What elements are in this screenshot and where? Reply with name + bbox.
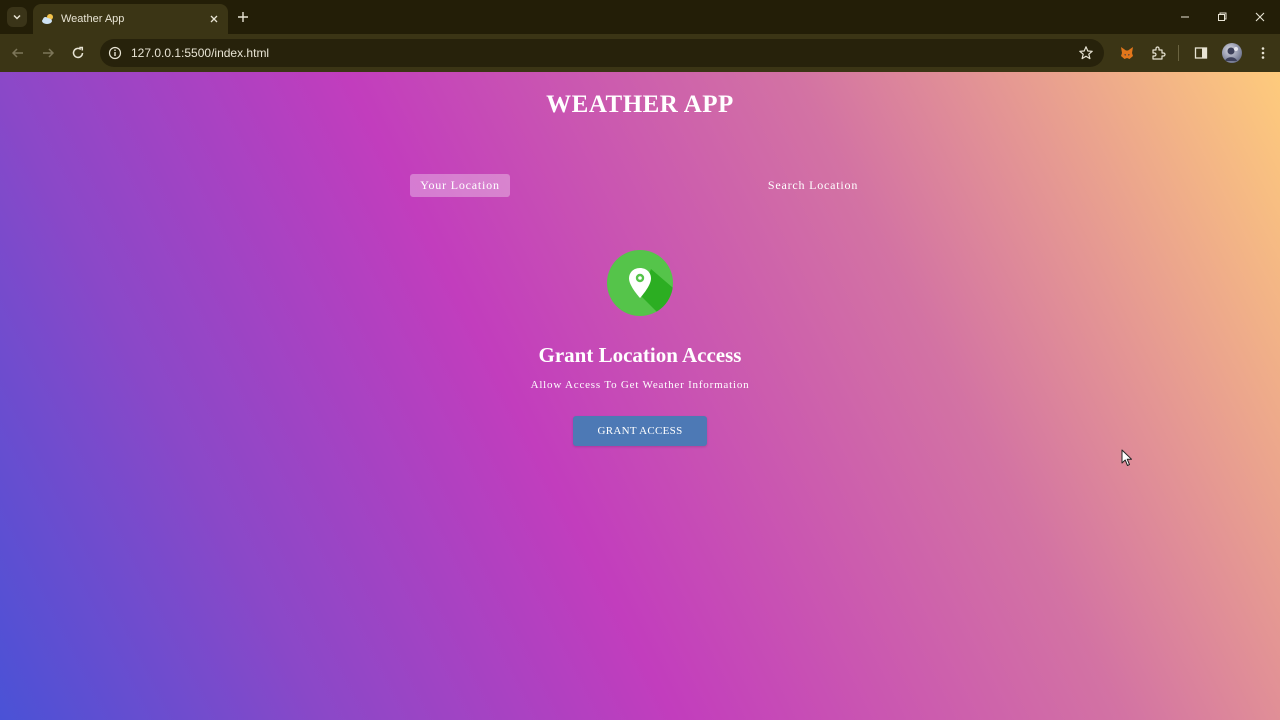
- reload-button[interactable]: [68, 43, 88, 63]
- forward-button[interactable]: [38, 43, 58, 63]
- cloud-sun-icon: [41, 12, 55, 26]
- close-window-button[interactable]: [1251, 8, 1269, 26]
- browser-toolbar: 127.0.0.1:5500/index.html: [0, 34, 1280, 72]
- reload-icon: [72, 46, 84, 59]
- tab-search-button[interactable]: [7, 7, 27, 27]
- grant-location-subheading: Allow Access To Get Weather Information: [530, 379, 750, 391]
- restore-button[interactable]: [1213, 8, 1231, 26]
- browser-menu-button[interactable]: [1253, 43, 1273, 63]
- metamask-fox-icon: [1121, 47, 1133, 59]
- plus-icon: [238, 12, 248, 22]
- minimize-icon: [1181, 16, 1189, 18]
- close-icon: [1255, 12, 1265, 22]
- new-tab-button[interactable]: [234, 8, 252, 26]
- arrow-right-icon: [43, 48, 55, 58]
- address-bar[interactable]: 127.0.0.1:5500/index.html: [100, 39, 1104, 67]
- puzzle-icon: [1152, 46, 1166, 60]
- arrow-left-icon: [11, 48, 23, 58]
- restore-icon: [1218, 12, 1227, 21]
- close-icon: [210, 15, 218, 23]
- mouse-cursor-icon: [1121, 449, 1132, 466]
- star-icon[interactable]: [1078, 45, 1094, 61]
- toolbar-separator: [1178, 45, 1179, 61]
- tab-search-location[interactable]: Search Location: [754, 174, 872, 197]
- info-icon[interactable]: [108, 46, 122, 60]
- chevron-down-icon: [13, 14, 21, 20]
- url-text[interactable]: 127.0.0.1:5500/index.html: [131, 46, 269, 60]
- grant-access-button[interactable]: GRANT ACCESS: [573, 416, 707, 446]
- tab-close-button[interactable]: [206, 11, 222, 27]
- location-pin-icon: [607, 250, 673, 316]
- side-panel-button[interactable]: [1191, 43, 1211, 63]
- minimize-button[interactable]: [1176, 8, 1194, 26]
- grant-location-heading: Grant Location Access: [538, 343, 742, 367]
- page-viewport: WEATHER APP Your Location Search Locatio…: [0, 72, 1280, 720]
- side-panel-icon: [1194, 47, 1208, 59]
- tab-strip: Weather App: [0, 0, 1280, 34]
- avatar-icon[interactable]: [1222, 43, 1242, 63]
- metamask-extension-button[interactable]: [1117, 43, 1137, 63]
- browser-tab-weather-app[interactable]: Weather App: [33, 4, 228, 34]
- app-title: WEATHER APP: [546, 91, 734, 118]
- extensions-button[interactable]: [1148, 43, 1168, 63]
- back-button[interactable]: [8, 43, 28, 63]
- kebab-menu-icon: [1261, 47, 1265, 59]
- tab-your-location[interactable]: Your Location: [410, 174, 510, 197]
- tab-title: Weather App: [61, 13, 125, 25]
